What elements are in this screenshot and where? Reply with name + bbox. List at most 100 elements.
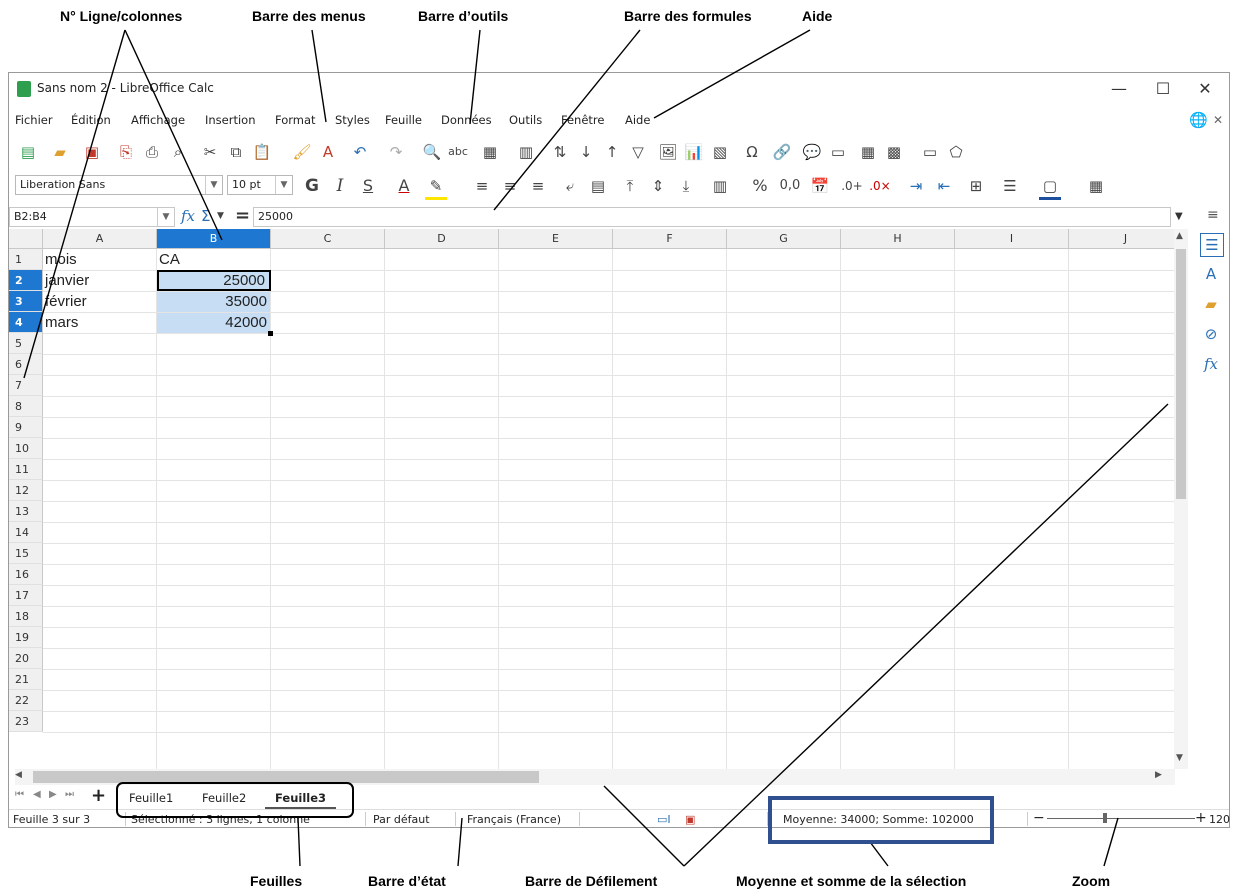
- row-header[interactable]: 16: [9, 564, 43, 585]
- date-format-icon[interactable]: 📅: [809, 175, 831, 197]
- status-average-sum[interactable]: Moyenne: 34000; Somme: 102000: [783, 813, 974, 826]
- border-style-icon[interactable]: ☰: [999, 175, 1021, 197]
- font-name-box[interactable]: Liberation Sans ▼: [15, 175, 223, 195]
- show-draw-functions-icon[interactable]: ⬠: [945, 141, 967, 163]
- formula-input[interactable]: 25000: [253, 207, 1171, 227]
- sheet-tab-feuille3[interactable]: Feuille3: [265, 789, 337, 809]
- close-button[interactable]: ✕: [1185, 77, 1225, 101]
- row-header[interactable]: 21: [9, 669, 43, 690]
- vertical-scroll-thumb[interactable]: [1176, 249, 1186, 499]
- font-size-box[interactable]: 10 pt ▼: [227, 175, 293, 195]
- split-window-icon[interactable]: ▭: [919, 141, 941, 163]
- select-all-corner[interactable]: [9, 229, 43, 249]
- menu-fichier[interactable]: Fichier: [15, 113, 53, 127]
- name-box[interactable]: B2:B4 ▼: [9, 207, 175, 227]
- row-header[interactable]: 11: [9, 459, 43, 480]
- chevron-down-icon[interactable]: ▼: [205, 176, 222, 194]
- column-header-c[interactable]: C: [271, 229, 385, 249]
- row-header[interactable]: 22: [9, 690, 43, 711]
- row-header[interactable]: 3: [9, 291, 43, 312]
- close-doc-icon[interactable]: ✕: [1213, 113, 1223, 127]
- clone-formatting-icon[interactable]: 🖌: [291, 141, 313, 163]
- find-replace-icon[interactable]: 🔍: [421, 141, 443, 163]
- save-icon[interactable]: ▣: [81, 141, 103, 163]
- copy-icon[interactable]: ⧉: [225, 141, 247, 163]
- redo-icon[interactable]: ↷: [385, 141, 407, 163]
- increase-indent-icon[interactable]: ⇥: [905, 175, 927, 197]
- sheet-tab-feuille2[interactable]: Feuille2: [192, 789, 256, 807]
- cut-icon[interactable]: ✂: [199, 141, 221, 163]
- align-center-icon[interactable]: ≡: [499, 175, 521, 197]
- print-icon[interactable]: ⎙: [141, 141, 163, 163]
- menu-format[interactable]: Format: [275, 113, 316, 127]
- autofill-handle[interactable]: [268, 331, 273, 336]
- highlight-color-icon[interactable]: ✎: [425, 175, 447, 200]
- navigator-icon[interactable]: ⊘: [1200, 323, 1222, 345]
- cell-a2[interactable]: janvier: [43, 270, 157, 291]
- underline-button[interactable]: S: [357, 175, 379, 197]
- horizontal-scrollbar[interactable]: ◀ ▶: [15, 769, 1175, 785]
- print-preview-icon[interactable]: ⌕: [167, 141, 189, 163]
- bold-button[interactable]: G: [301, 175, 323, 197]
- comment-icon[interactable]: 💬: [801, 141, 823, 163]
- column-header-b[interactable]: B: [157, 229, 271, 249]
- scroll-down-icon[interactable]: ▼: [1176, 753, 1183, 763]
- gallery-icon[interactable]: ▰: [1200, 293, 1222, 315]
- cell-b2[interactable]: 25000: [157, 270, 271, 291]
- menu-feuille[interactable]: Feuille: [385, 113, 422, 127]
- row-header[interactable]: 13: [9, 501, 43, 522]
- row-header[interactable]: 15: [9, 543, 43, 564]
- sort-descending-icon[interactable]: ↑: [601, 141, 623, 163]
- properties-icon[interactable]: ☰: [1200, 233, 1224, 257]
- column-header-h[interactable]: H: [841, 229, 955, 249]
- column-header-d[interactable]: D: [385, 229, 499, 249]
- insert-image-icon[interactable]: 🖼: [657, 141, 679, 163]
- cell-b3[interactable]: 35000: [157, 291, 271, 312]
- border-color-icon[interactable]: ▢: [1039, 175, 1061, 200]
- number-format-button[interactable]: 0,0: [775, 175, 805, 197]
- column-header-j[interactable]: J: [1069, 229, 1174, 249]
- first-sheet-icon[interactable]: ⏮: [15, 789, 24, 800]
- insert-chart-icon[interactable]: 📊: [683, 141, 705, 163]
- conditional-format-icon[interactable]: ▦: [1085, 175, 1107, 197]
- row-header[interactable]: 12: [9, 480, 43, 501]
- row-header[interactable]: 17: [9, 585, 43, 606]
- scroll-right-icon[interactable]: ▶: [1155, 770, 1162, 780]
- last-sheet-icon[interactable]: ⏭: [65, 789, 74, 800]
- cell-a1[interactable]: mois: [43, 249, 157, 270]
- column-icon[interactable]: ▥: [515, 141, 537, 163]
- next-sheet-icon[interactable]: ▶: [49, 789, 57, 800]
- minimize-button[interactable]: —: [1099, 77, 1139, 101]
- globe-icon[interactable]: 🌐: [1189, 111, 1208, 129]
- row-header[interactable]: 8: [9, 396, 43, 417]
- column-header-f[interactable]: F: [613, 229, 727, 249]
- cell-a4[interactable]: mars: [43, 312, 157, 333]
- open-folder-icon[interactable]: ▰: [49, 141, 71, 163]
- row-header[interactable]: 4: [9, 312, 43, 333]
- column-header-g[interactable]: G: [727, 229, 841, 249]
- clear-formatting-icon[interactable]: A: [317, 141, 339, 163]
- expand-formula-icon[interactable]: ▼: [1175, 211, 1183, 222]
- chevron-down-icon[interactable]: ▼: [275, 176, 292, 194]
- percent-format-button[interactable]: %: [749, 175, 771, 197]
- merge-cells-icon[interactable]: ▤: [587, 175, 609, 197]
- spreadsheet-grid[interactable]: A B C D E F G H I J 1 2 3 4 5 6 7 8 9 10…: [9, 229, 1174, 769]
- column-header-i[interactable]: I: [955, 229, 1069, 249]
- menu-edition[interactable]: Édition: [71, 113, 111, 127]
- row-header[interactable]: 7: [9, 375, 43, 396]
- add-sheet-icon[interactable]: +: [91, 785, 106, 806]
- zoom-slider[interactable]: [1047, 818, 1195, 819]
- zoom-in-icon[interactable]: +: [1195, 810, 1207, 826]
- pivot-table-icon[interactable]: ▧: [709, 141, 731, 163]
- row-header[interactable]: 5: [9, 333, 43, 354]
- scroll-up-icon[interactable]: ▲: [1176, 231, 1183, 241]
- align-bottom-icon[interactable]: ⤓: [675, 175, 697, 197]
- row-header[interactable]: 6: [9, 354, 43, 375]
- delete-decimal-icon[interactable]: .0×: [869, 175, 891, 197]
- sort-icon[interactable]: ⇅: [549, 141, 571, 163]
- menu-insertion[interactable]: Insertion: [205, 113, 256, 127]
- functions-icon[interactable]: fx: [1200, 353, 1222, 375]
- currency-format-icon[interactable]: ▥: [709, 175, 731, 197]
- row-header[interactable]: 2: [9, 270, 43, 291]
- sum-icon[interactable]: Σ: [201, 207, 210, 225]
